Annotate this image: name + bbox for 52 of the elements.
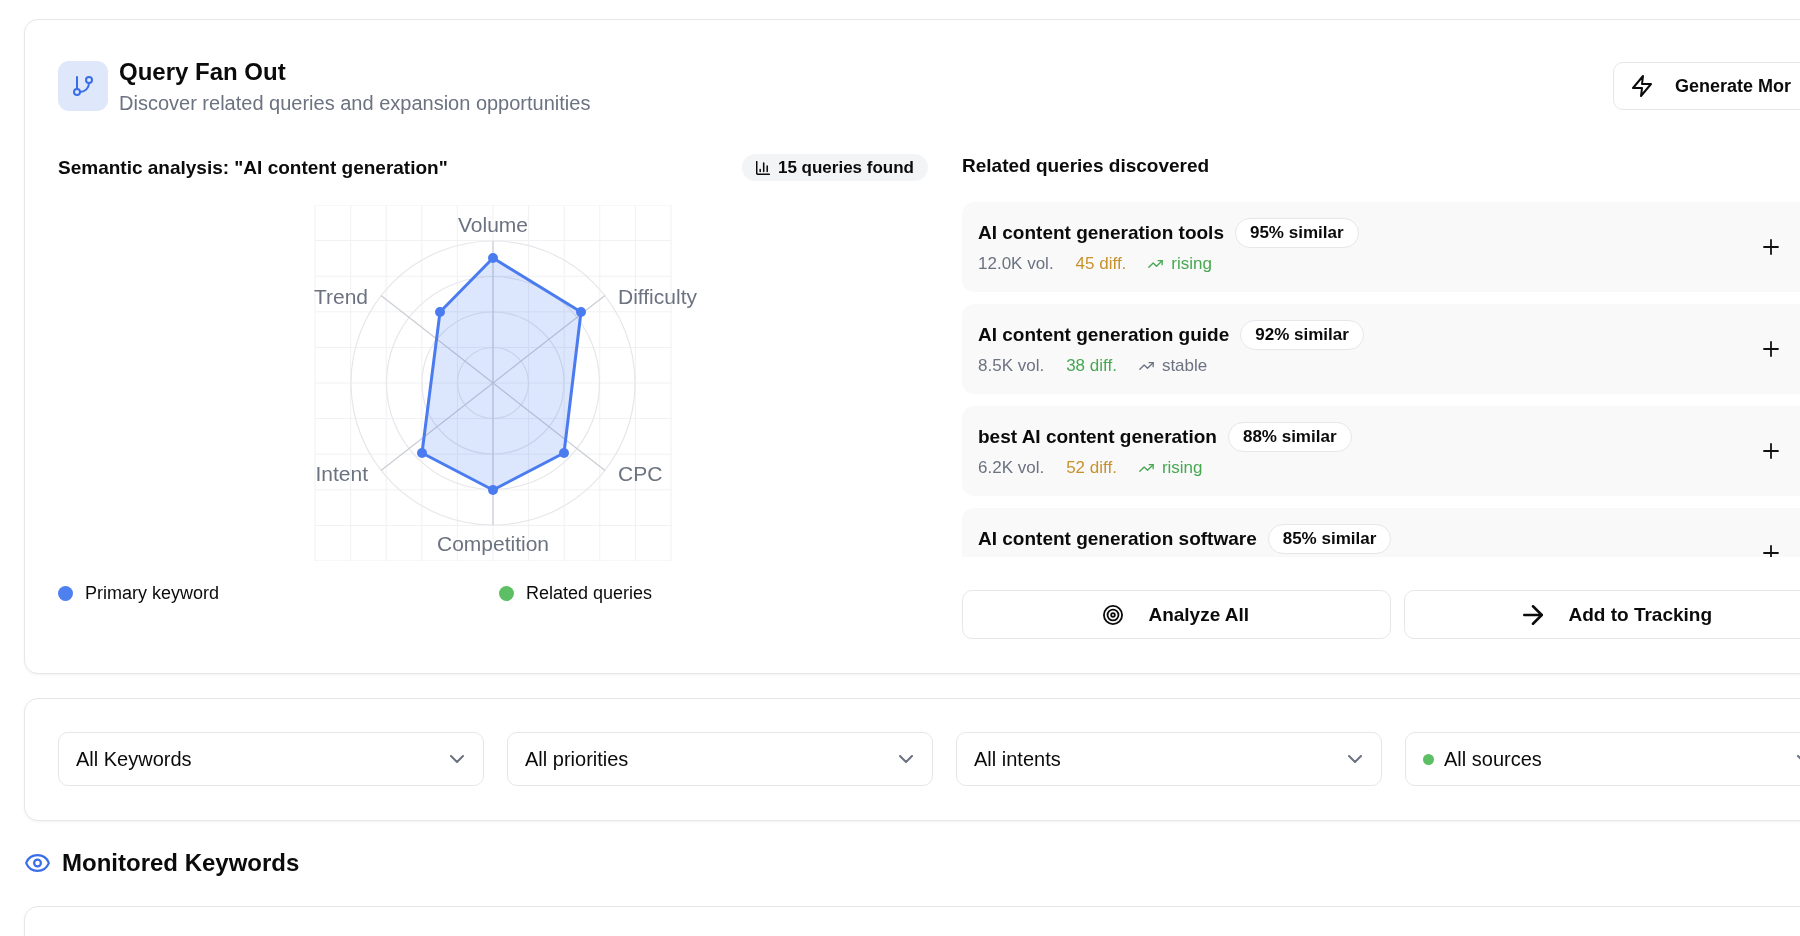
panel-subtitle: Discover related queries and expansion opportunities (119, 90, 591, 115)
plus-icon (1763, 239, 1779, 255)
chevron-down-icon (450, 755, 464, 763)
plus-icon (1763, 341, 1779, 357)
filter-dropdown[interactable]: All Keywords (58, 732, 484, 786)
similarity-score: 85% similar (1267, 524, 1392, 554)
filter-dropdown[interactable]: All priorities (507, 732, 933, 786)
analysis-title: Semantic analysis: "AI content generation" (58, 155, 448, 180)
difficulty-text: 45 diff. (1075, 254, 1127, 274)
volume-text: 6.2K vol. (978, 458, 1045, 478)
arrow-right-icon (1523, 604, 1544, 625)
trend-text: stable (1161, 356, 1208, 376)
add-to-tracking-button[interactable]: Add to Tracking (1403, 590, 1800, 639)
filter-dropdown[interactable]: All intents (956, 732, 1382, 786)
lightning-icon (1632, 75, 1652, 97)
volume-text: 8.5K vol. (978, 356, 1045, 376)
similarity-score: 95% similar (1234, 218, 1359, 248)
plus-icon (1763, 443, 1779, 459)
trend-text: rising (1161, 458, 1203, 478)
trend-up-icon (1148, 260, 1164, 268)
branch-icon (58, 61, 108, 111)
bar-chart-icon (755, 160, 770, 175)
add-button[interactable] (1763, 443, 1779, 459)
query-title: best AI content generation (978, 426, 1217, 448)
panel-title: Query Fan Out (119, 57, 287, 86)
difficulty-text: 38 diff. (1066, 356, 1117, 376)
trend-text: rising (1171, 254, 1212, 274)
add-button[interactable] (1763, 341, 1779, 357)
chevron-down-icon (899, 755, 913, 763)
query-title: AI content generation tools (978, 222, 1224, 244)
add-button[interactable] (1763, 545, 1779, 557)
add-button[interactable] (1763, 239, 1779, 255)
chevron-down-icon (1348, 755, 1362, 763)
analyze-all-button[interactable]: Analyze All (962, 590, 1391, 639)
difficulty-text: 52 diff. (1066, 458, 1117, 478)
section-title: Monitored Keywords (62, 848, 300, 877)
volume-text: 12.0K vol. (978, 254, 1054, 274)
eye-icon (25, 853, 50, 872)
query-title: AI content generation software (978, 528, 1257, 550)
legend-label: Related queries (526, 582, 653, 604)
query-title: AI content generation guide (978, 324, 1230, 346)
trend-up-icon (1138, 362, 1154, 370)
query-count: 15 queries found (777, 157, 914, 178)
trend-up-icon (1138, 464, 1154, 472)
filter-dropdown[interactable]: All sources (1405, 732, 1800, 786)
legend-label: Primary keyword (85, 582, 220, 604)
section-heading: Related queries discovered (962, 154, 1211, 178)
target-icon (1103, 604, 1124, 625)
similarity-score: 88% similar (1227, 422, 1352, 452)
similarity-score: 92% similar (1240, 320, 1364, 350)
generate-button[interactable]: Generate Mor (1613, 62, 1800, 110)
plus-icon (1763, 545, 1779, 557)
